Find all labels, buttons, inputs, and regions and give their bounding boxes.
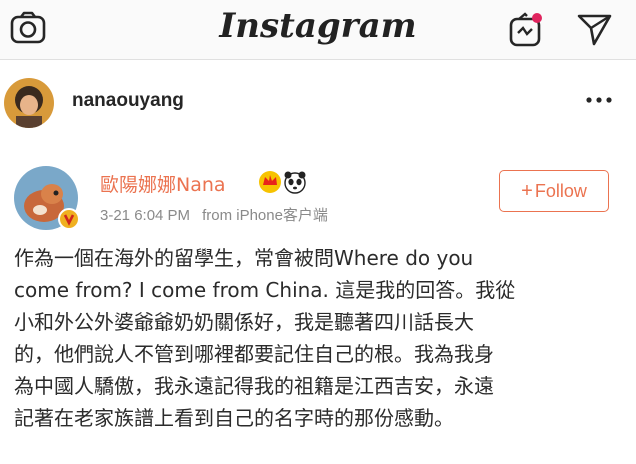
text-line: 為中國人驕傲，我永遠記得我的祖籍是江西吉安，永遠 bbox=[14, 374, 494, 398]
text-line: 小和外公外婆爺爺奶奶關係好，我是聽著四川話長大 bbox=[14, 310, 474, 334]
instagram-top-bar: Instagram bbox=[0, 0, 636, 60]
text-line: come from? I come from China. 這是我的回答。我從 bbox=[14, 278, 516, 302]
weibo-body-text: 作為一個在海外的留學生，常會被問Where do you come from? … bbox=[14, 242, 624, 434]
vip-crown-icon bbox=[259, 171, 281, 193]
panda-icon bbox=[284, 171, 306, 194]
follow-button[interactable]: + Follow bbox=[499, 170, 609, 212]
weibo-post: 歐陽娜娜Nana 3-21 6:04 PM from iPhone客户端 + Fol… bbox=[0, 142, 636, 464]
avatar[interactable] bbox=[4, 78, 54, 128]
weibo-display-name[interactable]: 歐陽娜娜Nana bbox=[100, 170, 226, 197]
more-dots-icon[interactable] bbox=[584, 90, 614, 110]
follow-label: Follow bbox=[534, 180, 587, 201]
paper-plane-icon[interactable] bbox=[574, 10, 614, 48]
text-line: 的，他們說人不管到哪裡都要記住自己的根。我為我身 bbox=[14, 342, 494, 366]
post-username[interactable]: nanaouyang bbox=[72, 90, 184, 112]
weibo-badges bbox=[259, 171, 306, 194]
text-line: 記著在老家族譜上看到自己的名字時的那份感動。 bbox=[14, 406, 454, 430]
plus-icon: + bbox=[521, 179, 533, 202]
weibo-meta: 3-21 6:04 PM from iPhone客户端 bbox=[100, 204, 328, 225]
weibo-source[interactable]: from iPhone客户端 bbox=[202, 207, 328, 224]
igtv-icon[interactable] bbox=[506, 10, 546, 48]
text-line: 作為一個在海外的留學生，常會被問Where do you bbox=[14, 246, 474, 270]
verified-badge-icon bbox=[58, 208, 80, 230]
weibo-timestamp: 3-21 6:04 PM bbox=[100, 207, 191, 224]
post-header: nanaouyang bbox=[0, 62, 636, 138]
